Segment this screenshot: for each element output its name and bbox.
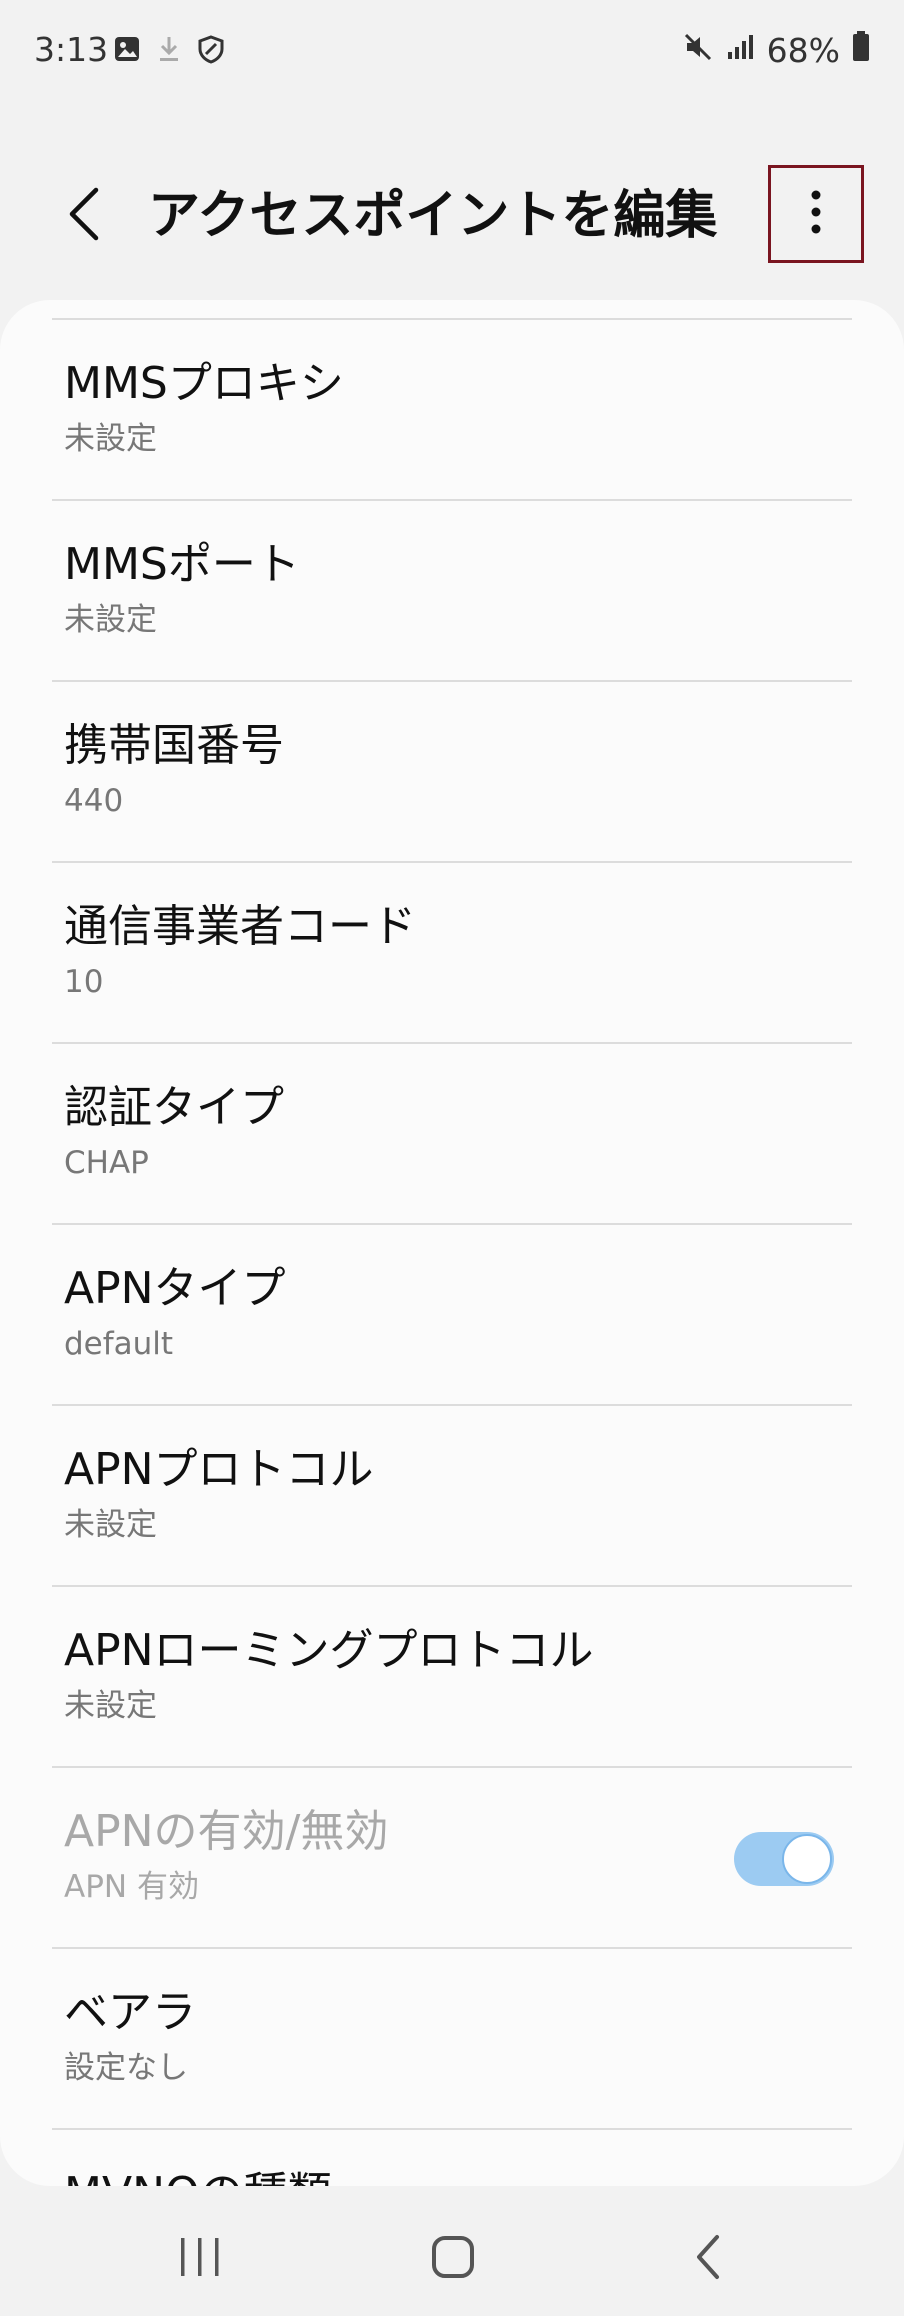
setting-label: 携帯国番号 — [64, 720, 284, 771]
battery-icon — [852, 30, 870, 70]
setting-label: APNローミングプロトコル — [64, 1625, 594, 1676]
setting-mnc[interactable]: 通信事業者コード 10 — [52, 861, 852, 1041]
mute-icon — [683, 31, 713, 70]
setting-apn-type[interactable]: APNタイプ default — [52, 1223, 852, 1403]
setting-value: 未設定 — [64, 1507, 157, 1543]
setting-value: 未設定 — [64, 1688, 157, 1724]
status-right: 68% — [683, 30, 870, 70]
setting-label: APNの有効/無効 — [64, 1806, 389, 1857]
setting-value: 440 — [64, 783, 124, 819]
setting-mcc[interactable]: 携帯国番号 440 — [52, 680, 852, 860]
back-button[interactable] — [54, 182, 114, 250]
back-icon — [693, 2233, 723, 2285]
setting-label: 認証タイプ — [64, 1082, 284, 1133]
setting-apn-protocol[interactable]: APNプロトコル 未設定 — [52, 1404, 852, 1584]
setting-value: 未設定 — [64, 421, 157, 457]
divider — [52, 2128, 852, 2130]
setting-label: MVNOの種類 — [64, 2164, 332, 2186]
status-bar: 3:13 68% — [0, 0, 904, 104]
setting-label: ベアラ — [64, 1987, 196, 2038]
setting-value: 未設定 — [64, 602, 157, 638]
setting-value: 10 — [64, 964, 104, 1000]
setting-label: APNタイプ — [64, 1263, 286, 1314]
setting-label: APNプロトコル — [64, 1444, 374, 1495]
page-title: アクセスポイントを編集 — [148, 186, 718, 246]
setting-apn-roaming-protocol[interactable]: APNローミングプロトコル 未設定 — [52, 1585, 852, 1765]
setting-label: 通信事業者コード — [64, 901, 416, 952]
signal-icon — [725, 31, 755, 70]
home-button[interactable] — [413, 2228, 493, 2290]
divider — [52, 861, 852, 863]
battery-percent: 68% — [766, 30, 840, 70]
divider — [52, 1947, 852, 1949]
setting-apn-enable[interactable]: APNの有効/無効 APN 有効 — [52, 1766, 852, 1946]
setting-mvno-type[interactable]: MVNOの種類 — [52, 2128, 852, 2186]
divider — [52, 1223, 852, 1225]
setting-value: default — [64, 1326, 174, 1362]
divider — [52, 499, 852, 501]
image-icon — [112, 34, 142, 68]
navigation-bar — [0, 2200, 904, 2316]
setting-mms-proxy[interactable]: MMSプロキシ 未設定 — [52, 318, 852, 498]
divider — [52, 1404, 852, 1406]
download-icon — [156, 34, 182, 68]
divider — [52, 318, 852, 320]
nav-back-button[interactable] — [668, 2228, 748, 2290]
setting-auth-type[interactable]: 認証タイプ CHAP — [52, 1042, 852, 1222]
divider — [52, 1766, 852, 1768]
recent-apps-button[interactable] — [160, 2228, 240, 2290]
divider — [52, 680, 852, 682]
home-icon — [431, 2235, 475, 2283]
setting-value: APN 有効 — [64, 1869, 199, 1905]
divider — [52, 1042, 852, 1044]
setting-mms-port[interactable]: MMSポート 未設定 — [52, 499, 852, 679]
more-options-button[interactable] — [768, 165, 864, 263]
divider — [52, 1585, 852, 1587]
recent-apps-icon — [177, 2236, 223, 2282]
setting-bearer[interactable]: ベアラ 設定なし — [52, 1947, 852, 2127]
setting-value: 設定なし — [64, 2050, 188, 2086]
setting-label: MMSポート — [64, 539, 300, 590]
apn-enable-toggle[interactable] — [734, 1832, 834, 1886]
setting-value: CHAP — [64, 1145, 149, 1181]
more-options-icon — [810, 187, 822, 241]
toggle-knob — [782, 1834, 832, 1884]
status-time: 3:13 — [34, 30, 109, 69]
shield-icon — [196, 34, 226, 68]
status-left-icons — [112, 34, 226, 68]
app-bar: アクセスポイントを編集 — [0, 160, 904, 272]
settings-list: MMSプロキシ 未設定 MMSポート 未設定 携帯国番号 440 通信事業者コー… — [0, 300, 904, 2186]
setting-label: MMSプロキシ — [64, 358, 344, 409]
back-arrow-icon — [66, 186, 102, 246]
